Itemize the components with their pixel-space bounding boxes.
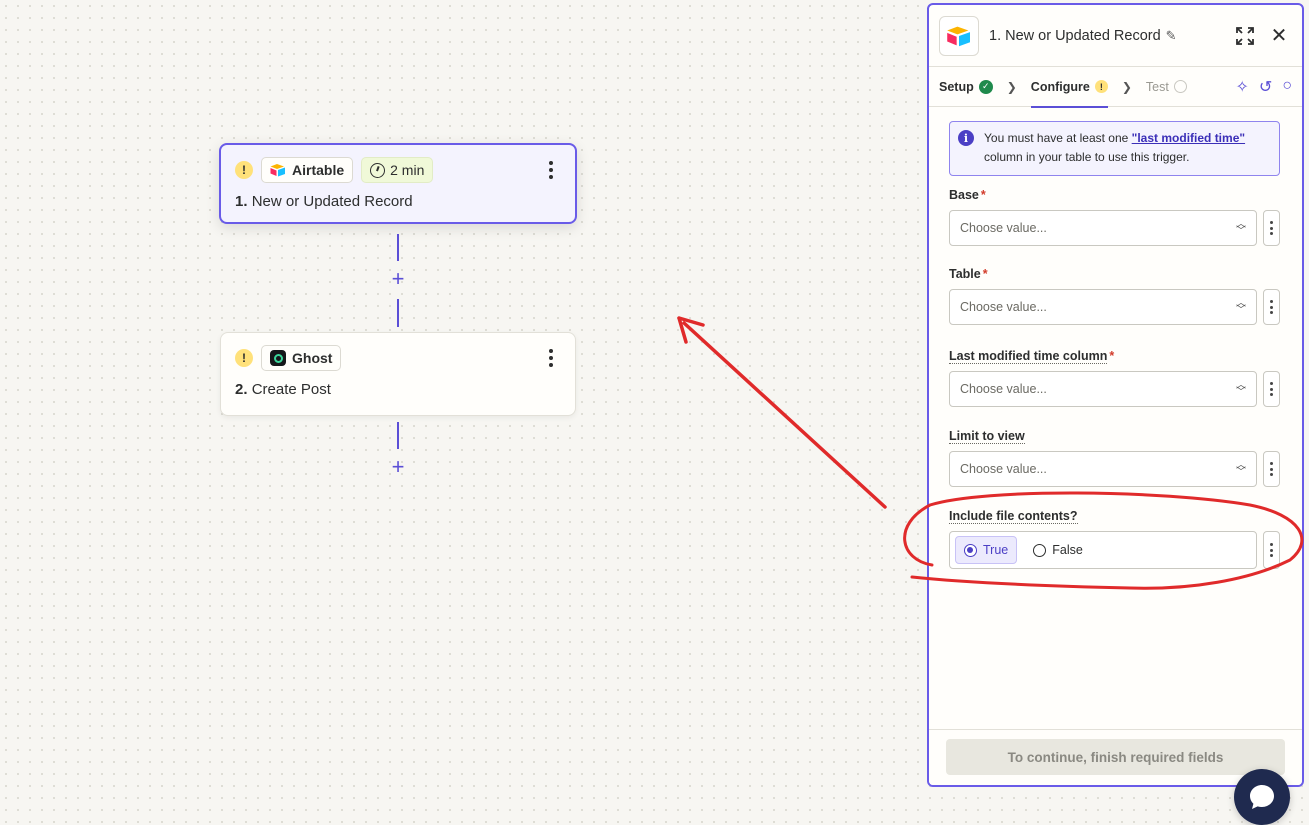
updown-chevron-icon: ︿ ﹀	[1236, 219, 1246, 237]
step-number: 2.	[235, 381, 248, 398]
airtable-logo-icon	[270, 164, 285, 177]
field-options-button[interactable]	[1263, 210, 1280, 246]
base-select[interactable]: Choose value... ︿ ﹀	[949, 210, 1257, 246]
time-chip: 2 min	[361, 157, 434, 183]
time-label: 2 min	[390, 162, 425, 178]
add-step-button[interactable]: +	[388, 268, 408, 290]
field-options-button[interactable]	[1263, 531, 1280, 569]
info-banner: i You must have at least one "last modif…	[949, 121, 1280, 176]
ghost-logo-icon	[270, 350, 286, 366]
check-icon: ✓	[978, 79, 993, 94]
tab-setup[interactable]: Setup ✓	[939, 67, 993, 107]
continue-button[interactable]: To continue, finish required fields	[946, 739, 1285, 775]
chat-icon[interactable]	[1234, 769, 1290, 825]
tab-configure[interactable]: Configure !	[1030, 67, 1108, 108]
field-options-button[interactable]	[1263, 451, 1280, 487]
connector-line	[397, 234, 399, 261]
info-text-prefix: You must have at least one	[984, 131, 1132, 145]
field-limit-to-view: Limit to view Choose value... ︿ ﹀	[949, 429, 1280, 487]
table-select[interactable]: Choose value... ︿ ﹀	[949, 289, 1257, 325]
select-placeholder: Choose value...	[960, 221, 1047, 235]
panel-body: i You must have at least one "last modif…	[929, 107, 1302, 569]
panel-tabs: Setup ✓ ❯ Configure ! ❯ Test ✧ ↺ ○	[929, 67, 1302, 108]
updown-chevron-icon: ︿ ﹀	[1236, 460, 1246, 478]
field-options-button[interactable]	[1263, 371, 1280, 407]
info-icon: i	[958, 130, 974, 146]
node-title: 1. New or Updated Record	[235, 193, 561, 210]
tab-label: Setup	[939, 79, 974, 94]
limit-to-view-select[interactable]: Choose value... ︿ ﹀	[949, 451, 1257, 487]
connector-line	[397, 422, 399, 449]
tab-test[interactable]: Test	[1146, 67, 1187, 107]
kebab-menu-icon[interactable]	[541, 158, 561, 182]
select-placeholder: Choose value...	[960, 462, 1047, 476]
add-step-button[interactable]: +	[388, 456, 408, 478]
updown-chevron-icon: ︿ ﹀	[1236, 298, 1246, 316]
tab-label: Test	[1145, 79, 1169, 94]
app-name: Ghost	[292, 350, 333, 366]
expand-icon[interactable]	[1232, 23, 1258, 49]
undo-icon[interactable]: ↺	[1259, 77, 1272, 97]
kebab-menu-icon[interactable]	[541, 346, 561, 370]
radio-false[interactable]: False	[1025, 536, 1091, 564]
clock-icon	[1173, 80, 1187, 93]
annotation-arrow	[677, 316, 887, 509]
info-link[interactable]: "last modified time"	[1132, 131, 1245, 145]
select-placeholder: Choose value...	[960, 382, 1047, 396]
app-chip-ghost: Ghost	[261, 345, 342, 371]
step-node-ghost[interactable]: ! Ghost 2. Create Post	[220, 332, 576, 416]
comment-icon[interactable]: ○	[1282, 77, 1292, 97]
connector-line	[397, 299, 399, 327]
step-editor-panel: 1. New or Updated Record ✎ ✕ Setup ✓ ❯ C…	[927, 3, 1304, 787]
file-contents-radio-group: True False	[949, 531, 1257, 569]
field-table: Table * Choose value... ︿ ﹀	[949, 267, 1280, 325]
field-include-file-contents: Include file contents? True False	[949, 509, 1280, 569]
field-label: Last modified time column *	[949, 349, 1115, 364]
app-chip-airtable: Airtable	[261, 157, 354, 183]
step-title: Create Post	[251, 381, 331, 398]
step-node-airtable[interactable]: ! Airtable 2 min 1. New or Updated Recor…	[219, 143, 577, 224]
radio-label: False	[1052, 543, 1083, 557]
warning-icon: !	[235, 349, 253, 367]
chevron-right-icon: ❯	[1121, 79, 1132, 94]
radio-selected-icon	[964, 543, 977, 557]
radio-empty-icon	[1033, 543, 1047, 557]
info-text-suffix: column in your table to use this trigger…	[984, 150, 1190, 164]
panel-header: 1. New or Updated Record ✎ ✕	[929, 5, 1302, 67]
radio-label: True	[983, 543, 1009, 557]
field-options-button[interactable]	[1263, 289, 1280, 325]
sparkle-icon[interactable]: ✧	[1236, 77, 1249, 97]
field-base: Base * Choose value... ︿ ﹀	[949, 188, 1280, 246]
chevron-right-icon: ❯	[1006, 79, 1017, 94]
updown-chevron-icon: ︿ ﹀	[1236, 380, 1246, 398]
pencil-icon[interactable]: ✎	[1166, 28, 1177, 44]
warning-icon: !	[1094, 80, 1108, 93]
field-label: Base *	[949, 188, 986, 202]
clock-icon	[370, 162, 386, 178]
select-placeholder: Choose value...	[960, 300, 1047, 314]
node-title: 2. Create Post	[235, 381, 561, 398]
field-label: Table *	[949, 267, 988, 281]
airtable-logo-icon	[939, 15, 979, 56]
step-number: 1.	[235, 193, 248, 210]
tab-label: Configure	[1030, 79, 1090, 94]
close-icon[interactable]: ✕	[1266, 23, 1292, 49]
field-label: Include file contents?	[949, 509, 1078, 524]
panel-tools: ✧ ↺ ○	[1236, 77, 1292, 97]
field-label: Limit to view	[949, 429, 1025, 444]
step-title: New or Updated Record	[251, 193, 413, 210]
panel-title[interactable]: 1. New or Updated Record	[989, 28, 1161, 44]
warning-icon: !	[235, 161, 253, 179]
field-last-modified-column: Last modified time column * Choose value.…	[949, 349, 1280, 407]
radio-true[interactable]: True	[955, 536, 1018, 564]
app-name: Airtable	[292, 162, 345, 178]
last-modified-column-select[interactable]: Choose value... ︿ ﹀	[949, 371, 1257, 407]
